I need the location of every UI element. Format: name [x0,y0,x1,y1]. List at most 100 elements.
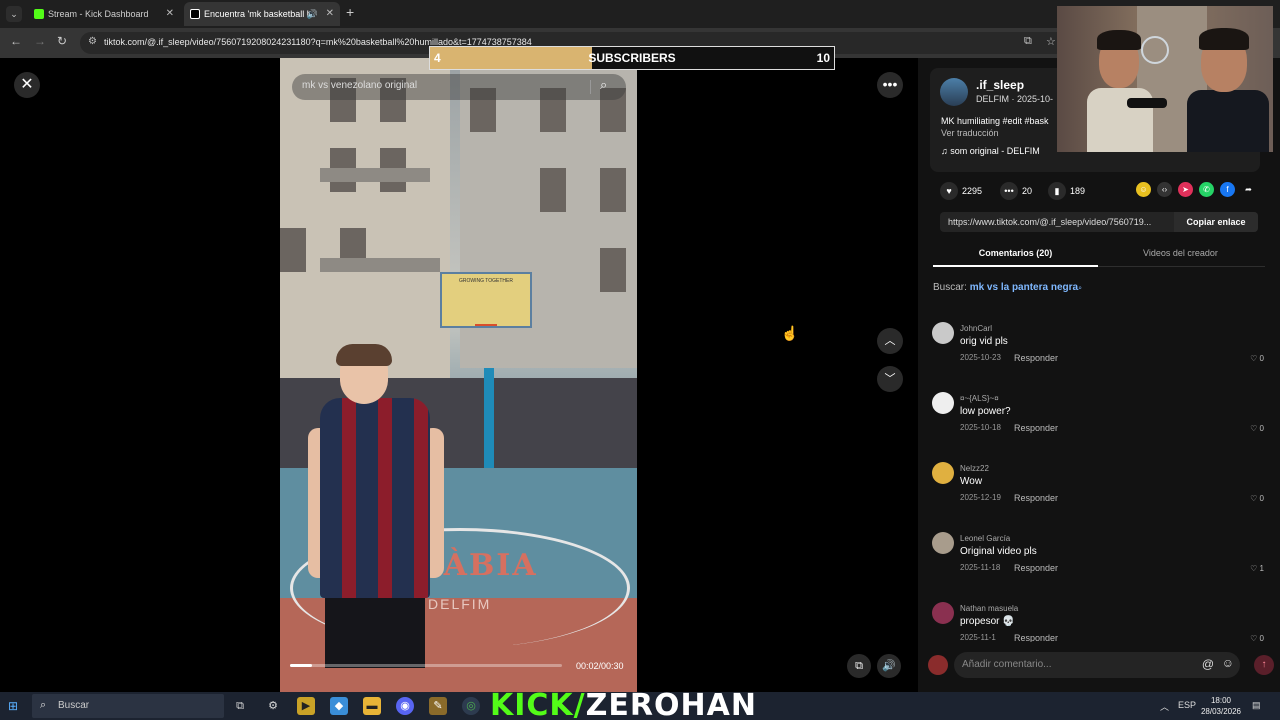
tab-creator-videos[interactable]: Videos del creador [1098,248,1263,258]
taskbar-search[interactable]: ⌕ Buscar [32,694,224,718]
comment-like[interactable]: ♡ 0 [1250,424,1264,433]
emoji-icon[interactable]: ☺ [1222,656,1234,670]
system-clock[interactable]: 18:00 28/03/2026 [1200,695,1242,717]
translate-link[interactable]: Ver traducción [941,128,999,138]
site-info-icon[interactable]: ⚙ [88,36,97,47]
save-stat[interactable]: ▮ 189 [1048,182,1108,200]
search-suggestion-query[interactable]: mk vs la pantera negra [970,282,1078,293]
heart-outline-icon[interactable]: ♡ [1250,634,1257,642]
tab-audio-icon[interactable]: 🔊 [307,2,318,26]
whatsapp-icon[interactable]: ✆ [1199,182,1214,197]
install-app-icon[interactable]: ⧉ [1024,35,1032,48]
tiktok-favicon-icon [190,9,200,19]
search-suggestion[interactable]: Buscar: mk vs la pantera negra⌕ [933,282,1082,293]
comment-like[interactable]: ♡ 0 [1250,494,1264,503]
facebook-icon[interactable]: f [1220,182,1235,197]
video-progress-bar[interactable] [290,664,562,667]
comment-avatar[interactable] [932,462,954,484]
comment-input[interactable]: Añadir comentario... @ ☺ [954,652,1240,678]
reply-button[interactable]: Responder [1014,353,1058,363]
previous-video-button[interactable]: ︿ [877,328,903,354]
video-frame[interactable]: GROWING TOGETHER SÀBIA DELFIM [280,58,637,692]
comment-avatar[interactable] [932,532,954,554]
friends-share-icon[interactable]: ☺ [1136,182,1151,197]
comment-avatar[interactable] [932,322,954,344]
comment-avatar[interactable] [932,602,954,624]
kick-channel-banner: KICK/ZEROHAN [490,691,770,720]
music-link[interactable]: ♫ som original - DELFIM [941,146,1040,156]
heart-outline-icon[interactable]: ♡ [1250,424,1257,433]
more-options-button[interactable]: ••• [877,72,903,98]
video-search-bar[interactable]: mk vs venezolano original ⌕ [292,74,626,100]
close-tab-icon[interactable]: ✕ [326,2,334,26]
comment-like-count: 0 [1259,494,1264,503]
comment-username[interactable]: Nelzz22 [960,464,989,473]
tab-search-button[interactable]: ⌄ [6,6,22,22]
settings-gear-icon[interactable]: ⚙ [264,697,282,715]
chrome-icon[interactable]: ◎ [462,697,480,715]
task-view-icon[interactable]: ⧉ [231,697,249,715]
author-avatar[interactable] [940,78,968,106]
app-icon[interactable]: ◆ [330,697,348,715]
send-to-friends-icon[interactable]: ➤ [1178,182,1193,197]
copy-link-button[interactable]: Copiar enlace [1174,212,1258,232]
input-language[interactable]: ESP [1178,700,1196,710]
share-arrow-icon[interactable]: ➦ [1241,182,1256,197]
comment-username[interactable]: JohnCarl [960,324,992,333]
kick-channel: ZEROHAN [585,688,757,720]
mention-icon[interactable]: @ [1202,657,1214,671]
next-video-button[interactable]: ﹀ [877,366,903,392]
media-app-icon[interactable]: ▶ [297,697,315,715]
reply-button[interactable]: Responder [1014,493,1058,503]
comment-username[interactable]: Leonel García [960,534,1010,543]
close-video-button[interactable]: ✕ [14,72,40,98]
search-icon[interactable]: ⌕ [600,77,607,93]
reply-button[interactable]: Responder [1014,423,1058,433]
comment-avatar[interactable] [932,392,954,414]
new-tab-button[interactable]: + [346,4,354,20]
notifications-icon[interactable]: ▤ [1252,700,1261,711]
bookmark-icon[interactable]: ▮ [1048,182,1066,200]
save-count: 189 [1070,186,1086,196]
back-button[interactable]: ← [10,34,22,48]
author-username[interactable]: .if_sleep [976,78,1024,92]
reply-button[interactable]: Responder [1014,633,1058,642]
window [600,248,626,292]
tab-title: Encuentra 'mk basketball h [204,9,312,19]
share-link[interactable]: https://www.tiktok.com/@.if_sleep/video/… [948,217,1174,227]
floating-player-button[interactable]: ⧉ [847,654,871,678]
comment-like[interactable]: ♡ 0 [1250,634,1264,642]
search-small-icon: ⌕ [1078,285,1082,292]
comment-username[interactable]: ¤~{ALS}~¤ [960,394,999,403]
tab-comments[interactable]: Comentarios (20) [933,248,1098,258]
heart-icon[interactable]: ♥ [940,182,958,200]
like-stat[interactable]: ♥ 2295 [940,182,1000,200]
comment-item: Nelzz22 Wow 2025-12-19 Responder ♡ 0 [932,458,1268,518]
forward-button[interactable]: → [34,34,46,48]
comment-text: Original video pls [960,546,1037,557]
file-explorer-icon[interactable]: ▬ [363,697,381,715]
comment-icon[interactable]: ••• [1000,182,1018,200]
window [280,228,306,272]
comment-text: propesor 💀 [960,616,1015,627]
comment-like[interactable]: ♡ 0 [1250,354,1264,363]
discord-icon[interactable]: ◉ [396,697,414,715]
reload-button[interactable]: ↻ [57,34,67,48]
reply-button[interactable]: Responder [1014,563,1058,573]
comment-like[interactable]: ♡ 1 [1250,564,1264,573]
heart-outline-icon[interactable]: ♡ [1250,494,1257,503]
tab-tiktok-search[interactable]: Encuentra 'mk basketball h 🔊 ✕ [184,2,340,26]
windows-start-icon[interactable]: ⊞ [8,699,18,713]
tab-kick-dashboard[interactable]: Stream - Kick Dashboard ✕ [28,2,180,26]
close-tab-icon[interactable]: ✕ [166,2,174,26]
send-comment-button[interactable]: ↑ [1254,655,1274,675]
comment-username[interactable]: Nathan masuela [960,604,1018,613]
bookmark-star-icon[interactable]: ☆ [1046,35,1056,48]
editor-app-icon[interactable]: ✎ [429,697,447,715]
heart-outline-icon[interactable]: ♡ [1250,354,1257,363]
heart-outline-icon[interactable]: ♡ [1250,564,1257,573]
tray-chevron-icon[interactable]: ︿ [1160,700,1169,713]
comment-count: 20 [1022,186,1033,196]
volume-button[interactable]: 🔊 [877,654,901,678]
embed-icon[interactable]: ‹› [1157,182,1172,197]
